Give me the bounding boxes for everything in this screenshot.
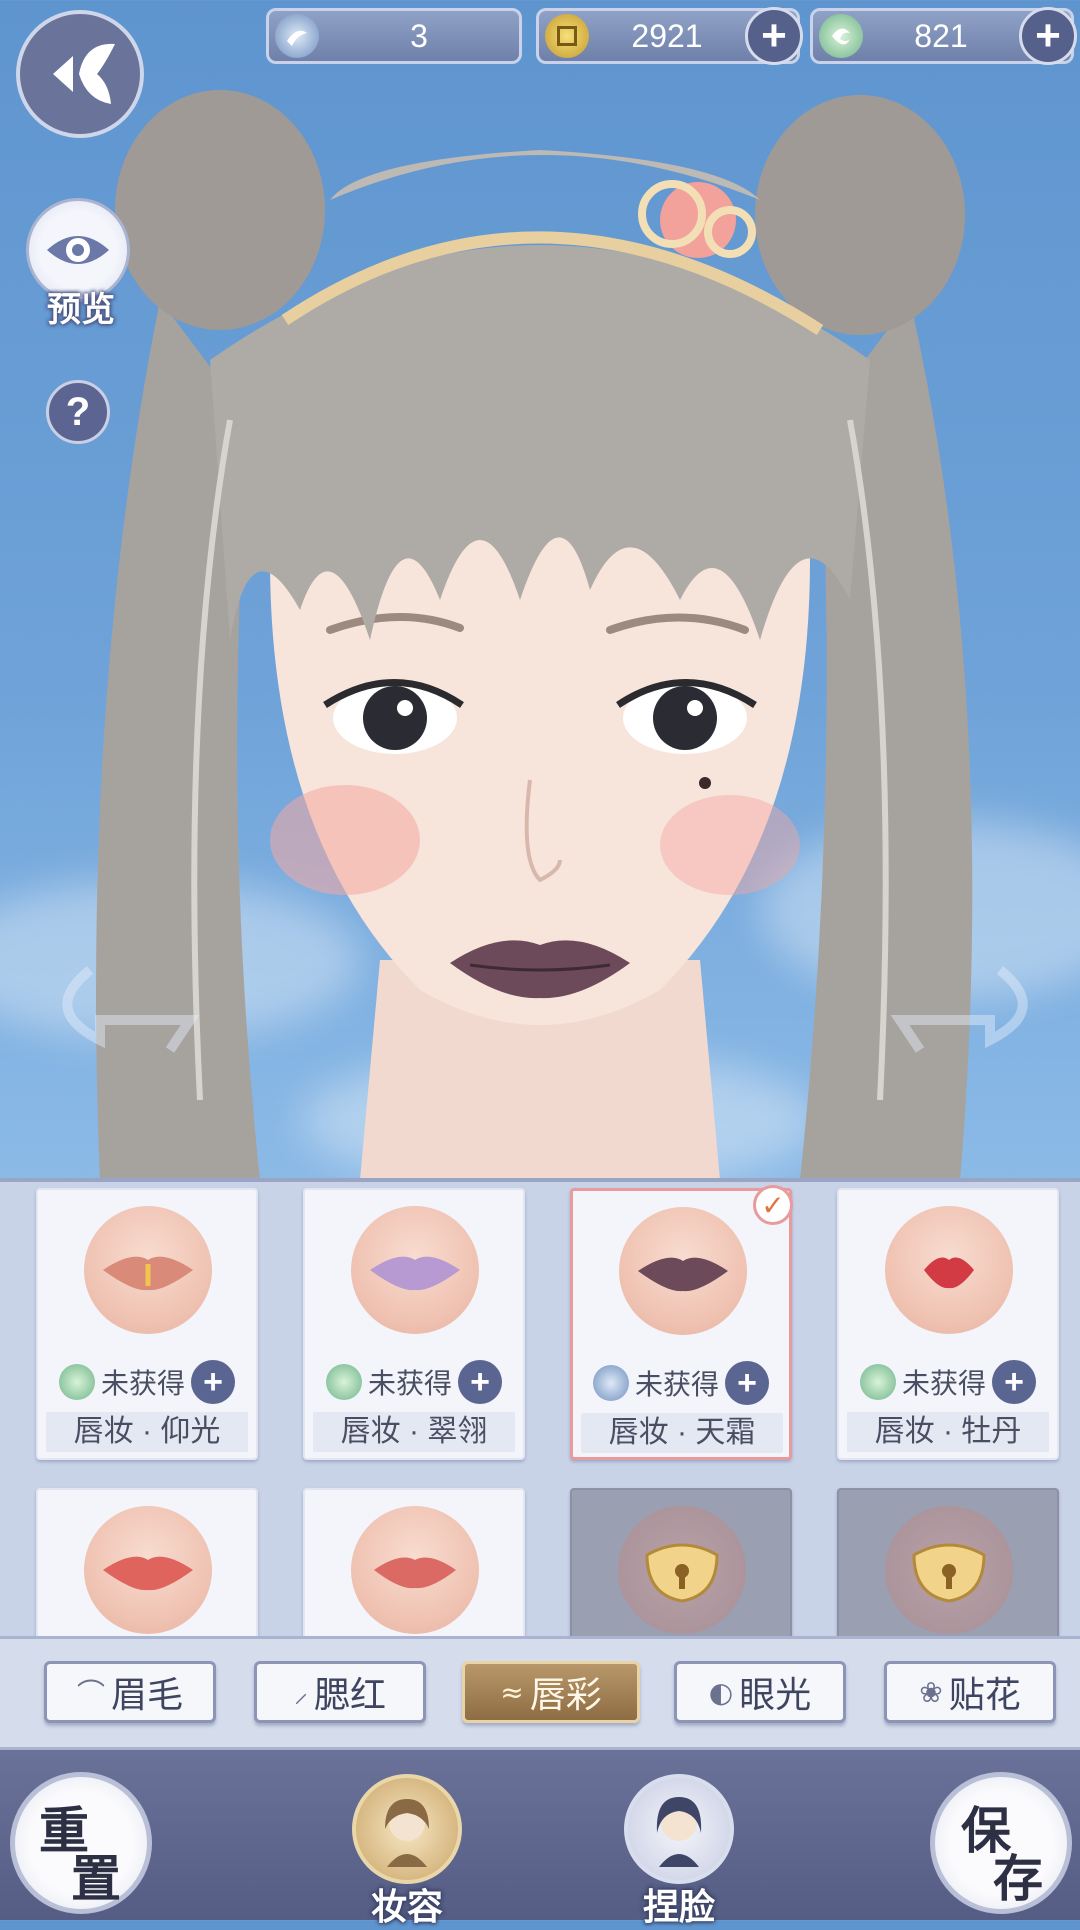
lip-preview-thumbnail (84, 1506, 212, 1634)
brow-icon: ⌒ (76, 1677, 105, 1710)
save-button[interactable]: 保 存 (930, 1772, 1072, 1914)
status-row: 未获得 + (305, 1358, 523, 1406)
blush-icon: ⸝ (293, 1676, 308, 1709)
lip-item-card[interactable] (36, 1488, 258, 1642)
tab-label: 贴花 (948, 1675, 1021, 1716)
selected-check-icon: ✓ (753, 1185, 793, 1225)
lip-item-card-selected[interactable]: ✓ 未获得 + 唇妆 · 天霜 (570, 1185, 793, 1460)
tab-blush[interactable]: ⸝ 腮红 (254, 1661, 426, 1723)
status-row: 未获得 + (38, 1358, 256, 1406)
lip-item-card[interactable]: 未获得 + 唇妆 · 仰光 (36, 1188, 258, 1460)
dragon-jade-counter: 821 + (810, 7, 1077, 65)
lip-preview-thumbnail (619, 1207, 747, 1335)
status-text: 未获得 (634, 1369, 719, 1400)
eye-highlight-icon: ◐ (708, 1675, 734, 1709)
jade-coin-counter: 3 (266, 8, 522, 64)
copper-coin-value: 2921 (631, 17, 703, 54)
lip-preview-thumbnail (84, 1206, 212, 1334)
acquire-button[interactable]: + (725, 1361, 769, 1405)
rotate-right-arrow-icon[interactable] (890, 950, 1040, 1060)
character-viewport[interactable] (0, 0, 1080, 1180)
face-sculpt-label: 捏脸 (642, 1886, 715, 1928)
lip-preview-thumbnail (351, 1506, 479, 1634)
copper-coin-icon (545, 14, 589, 58)
tab-eyebrow[interactable]: ⌒ 眉毛 (44, 1661, 216, 1723)
acquire-button[interactable]: + (992, 1360, 1036, 1404)
tab-eye-highlight[interactable]: ◐ 眼光 (674, 1661, 846, 1723)
help-button[interactable]: ? (46, 380, 110, 444)
status-text: 未获得 (901, 1368, 986, 1399)
item-name: 唇妆 · 仰光 (46, 1412, 248, 1452)
makeup-category-tabs: ⌒ 眉毛 ⸝ 腮红 ≈ 唇彩 ◐ 眼光 ❀ 贴花 (0, 1636, 1080, 1750)
acquire-button[interactable]: + (191, 1360, 235, 1404)
lock-icon (912, 1543, 986, 1603)
rotate-left-arrow-icon[interactable] (50, 950, 200, 1060)
lips-icon: ≈ (500, 1675, 524, 1709)
save-char-2: 存 (993, 1849, 1043, 1908)
lock-icon (645, 1543, 719, 1603)
reset-button[interactable]: 重 置 (10, 1772, 152, 1914)
jade-coin-icon (592, 1365, 629, 1401)
preview-label: 预览 (47, 290, 115, 330)
tab-lip-color[interactable]: ≈ 唇彩 (462, 1661, 640, 1723)
lip-preview-thumbnail (885, 1206, 1013, 1334)
makeup-item-grid: 未获得 + 唇妆 · 仰光 未获得 + 唇妆 · 翠翎 ✓ 未获得 + 唇妆 ·… (0, 1178, 1080, 1642)
tab-decal[interactable]: ❀ 贴花 (884, 1661, 1056, 1723)
jade-coin-value: 3 (410, 17, 428, 54)
status-row: 未获得 + (573, 1359, 789, 1407)
makeup-mode-button[interactable] (352, 1774, 462, 1884)
dragon-jade-icon (859, 1364, 896, 1400)
lip-preview-thumbnail (618, 1506, 746, 1634)
flower-icon: ❀ (919, 1675, 943, 1709)
status-text: 未获得 (367, 1368, 452, 1399)
status-row: 未获得 + (839, 1358, 1057, 1406)
item-name: 唇妆 · 翠翎 (313, 1412, 515, 1452)
makeup-label: 妆容 (370, 1886, 443, 1928)
dragon-jade-icon (325, 1364, 362, 1400)
lip-preview-thumbnail (885, 1506, 1013, 1634)
jade-coin-icon (275, 14, 319, 58)
makeup-portrait-icon (385, 1799, 429, 1867)
face-sculpt-button[interactable] (624, 1774, 734, 1884)
add-dragon-jade-button[interactable]: + (1019, 7, 1077, 65)
dragon-jade-icon (819, 14, 863, 58)
bottom-action-bar: 重 置 妆容 捏脸 保 存 (0, 1750, 1080, 1928)
lip-item-card[interactable] (303, 1488, 525, 1642)
back-button[interactable] (16, 10, 144, 138)
add-copper-coin-button[interactable]: + (745, 7, 803, 65)
tab-label: 腮红 (314, 1675, 387, 1716)
locked-item-card[interactable] (837, 1488, 1059, 1642)
eye-icon (47, 236, 109, 264)
lip-item-card[interactable]: 未获得 + 唇妆 · 翠翎 (303, 1188, 525, 1460)
reset-char-2: 置 (71, 1849, 121, 1908)
tab-label: 眉毛 (111, 1675, 184, 1716)
butterfly-back-icon (53, 43, 115, 104)
status-text: 未获得 (100, 1368, 185, 1399)
locked-item-card[interactable] (570, 1488, 792, 1642)
dragon-jade-value: 821 (914, 17, 968, 54)
dragon-jade-icon (58, 1364, 95, 1400)
lip-item-card[interactable]: 未获得 + 唇妆 · 牡丹 (837, 1188, 1059, 1460)
acquire-button[interactable]: + (458, 1360, 502, 1404)
copper-coin-counter: 2921 + (536, 7, 803, 65)
face-portrait-icon (656, 1797, 702, 1867)
tab-label: 眼光 (739, 1675, 812, 1716)
tab-label: 唇彩 (529, 1675, 602, 1716)
item-name: 唇妆 · 牡丹 (847, 1412, 1049, 1452)
item-name: 唇妆 · 天霜 (581, 1413, 783, 1453)
lip-preview-thumbnail (351, 1206, 479, 1334)
